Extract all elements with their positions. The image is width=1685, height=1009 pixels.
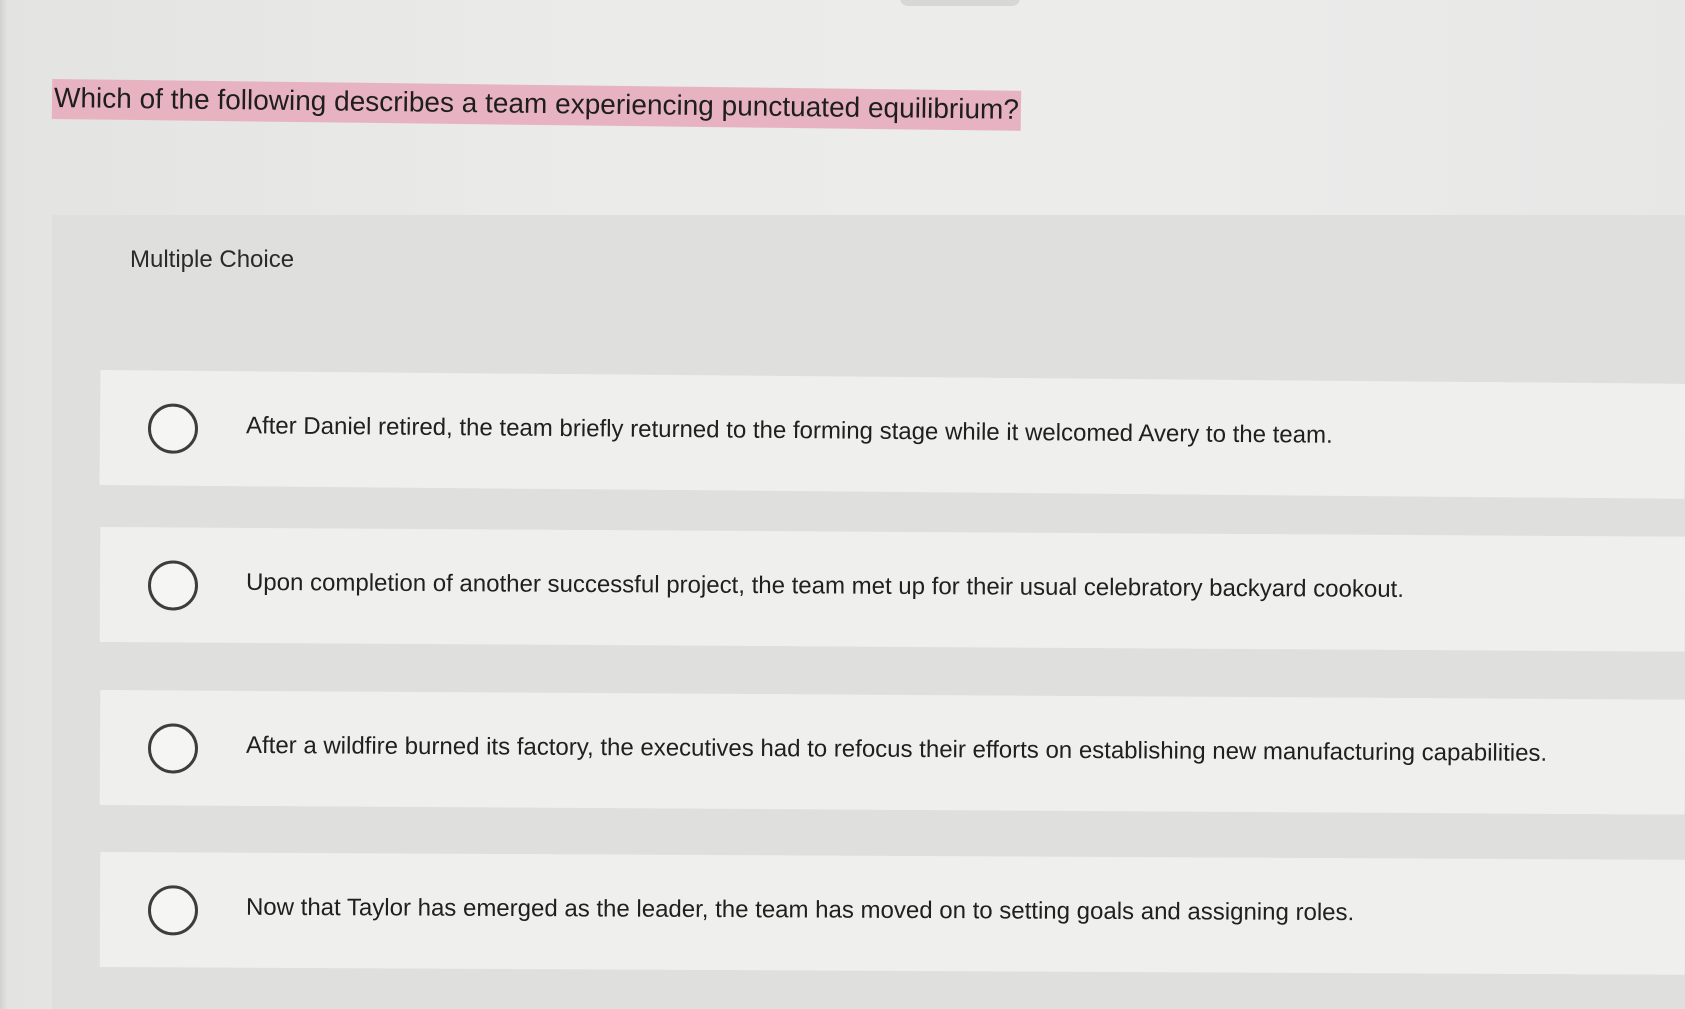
multiple-choice-label: Multiple Choice: [130, 246, 295, 273]
answer-choice-text-1[interactable]: After Daniel retired, the team briefly r…: [246, 411, 1333, 450]
radio-button-empty-icon[interactable]: [147, 403, 199, 454]
answer-choice-2[interactable]: Upon completion of another successful pr…: [99, 527, 1685, 652]
answer-choice-1[interactable]: After Daniel retired, the team briefly r…: [99, 370, 1685, 499]
radio-button-empty-icon[interactable]: [147, 723, 199, 774]
question-text: Which of the following describes a team …: [51, 79, 1022, 131]
answer-choice-3[interactable]: After a wildfire burned its factory, the…: [99, 690, 1685, 815]
multiple-choice-panel: Multiple Choice After Daniel retired, th…: [52, 215, 1685, 1009]
screen-edge-shadow: [0, 0, 8, 1009]
question-container: Which of the following describes a team …: [51, 74, 1052, 132]
radio-button-empty-icon[interactable]: [147, 560, 199, 611]
answer-choice-4[interactable]: Now that Taylor has emerged as the leade…: [99, 852, 1685, 975]
answer-choice-text-3[interactable]: After a wildfire burned its factory, the…: [246, 731, 1547, 769]
top-tab: [900, 0, 1020, 6]
answer-choice-text-4[interactable]: Now that Taylor has emerged as the leade…: [246, 893, 1354, 928]
quiz-screen: Which of the following describes a team …: [0, 0, 1685, 1009]
radio-button-empty-icon[interactable]: [147, 885, 199, 936]
answer-choice-text-2[interactable]: Upon completion of another successful pr…: [246, 568, 1404, 605]
